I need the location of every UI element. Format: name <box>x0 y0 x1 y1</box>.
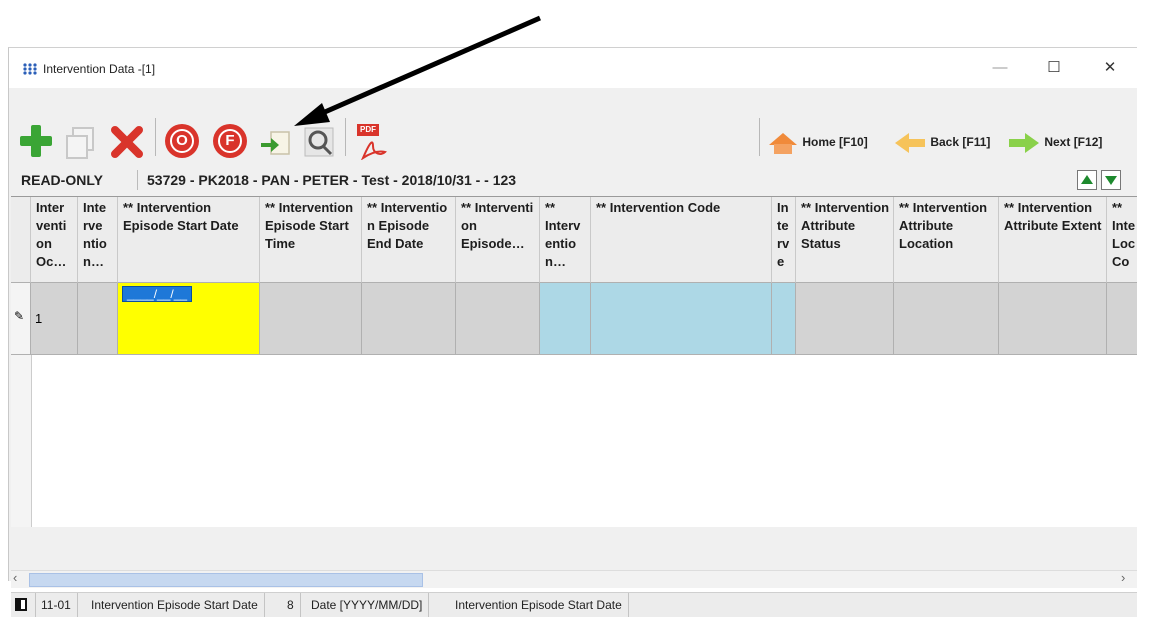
status-field-code: 11-01 <box>35 593 78 617</box>
o-button[interactable]: O <box>165 124 199 158</box>
app-grid-icon <box>23 63 37 75</box>
start-date-input[interactable]: ____/__/__ <box>122 286 193 302</box>
record-info-bar: READ-ONLY 53729 - PK2018 - PAN - PETER -… <box>9 168 1137 194</box>
add-icon[interactable] <box>17 122 55 160</box>
column-header[interactable]: In te rv e <box>772 197 796 283</box>
scroll-right-arrow-icon[interactable]: › <box>1121 570 1125 585</box>
intervention-data-window: Intervention Data -[1] — ☐ ✕ O F PDF Hom… <box>8 47 1137 617</box>
home-icon <box>769 132 797 154</box>
delete-icon[interactable] <box>109 124 145 160</box>
f-button-label: F <box>218 129 242 153</box>
column-header[interactable]: ** Interventio n Episode End Date <box>362 197 456 283</box>
column-header[interactable]: ** Inte Loc Co <box>1107 197 1137 283</box>
next-label: Next [F12] <box>1044 135 1103 149</box>
intervention-code-cell[interactable] <box>591 283 772 355</box>
home-button[interactable]: Home [F10] <box>767 128 868 156</box>
grid-cell[interactable] <box>78 283 118 355</box>
copy-icon[interactable] <box>63 124 99 160</box>
grid-cell[interactable] <box>1107 283 1137 355</box>
occurrence-cell[interactable]: 1 <box>31 283 78 355</box>
maximize-button[interactable]: ☐ <box>1031 56 1077 80</box>
minimize-button[interactable]: — <box>977 56 1023 80</box>
status-format: Date [YYYY/MM/DD] <box>305 593 430 617</box>
scroll-up-button[interactable] <box>1077 170 1097 190</box>
f-button[interactable]: F <box>213 124 247 158</box>
window-title: Intervention Data -[1] <box>43 62 156 76</box>
status-description: Intervention Episode Start Date <box>449 593 629 617</box>
back-label: Back [F11] <box>930 135 991 149</box>
column-header[interactable]: ** Intervention Code <box>591 197 772 283</box>
export-icon[interactable] <box>259 128 293 158</box>
pdf-label: PDF <box>357 124 379 136</box>
grid-cell[interactable] <box>772 283 796 355</box>
data-grid: Inter venti on Oc… Inte rve ntio n… ** I… <box>11 196 1137 527</box>
scroll-down-button[interactable] <box>1101 170 1121 190</box>
grid-cell[interactable] <box>999 283 1107 355</box>
grid-cell[interactable] <box>894 283 999 355</box>
horizontal-scrollbar[interactable]: ‹ › <box>11 570 1137 588</box>
title-bar: Intervention Data -[1] — ☐ ✕ <box>9 48 1137 88</box>
pdf-icon <box>361 141 387 160</box>
status-length: 8 <box>281 593 301 617</box>
column-header[interactable]: ** Interv entio n… <box>540 197 591 283</box>
read-only-label: READ-ONLY <box>21 172 103 188</box>
column-header[interactable]: ** Intervention Attribute Location <box>894 197 999 283</box>
scroll-left-arrow-icon[interactable]: ‹ <box>13 570 17 585</box>
query-icon[interactable] <box>303 126 341 160</box>
status-field-name: Intervention Episode Start Date <box>85 593 265 617</box>
occurrence-value: 1 <box>35 311 43 326</box>
back-arrow-icon <box>895 132 925 153</box>
close-button[interactable]: ✕ <box>1087 56 1133 80</box>
toolbar-separator <box>345 118 346 156</box>
column-header[interactable]: Inter venti on Oc… <box>31 197 78 283</box>
status-bar: 11-01 Intervention Episode Start Date 8 … <box>11 592 1137 617</box>
up-triangle-icon <box>1081 175 1093 184</box>
scrollbar-thumb[interactable] <box>29 573 423 587</box>
pencil-icon: ✎ <box>14 309 25 323</box>
toolbar-separator <box>759 118 760 156</box>
o-button-label: O <box>170 129 194 153</box>
status-square-icon <box>11 593 36 617</box>
row-header-corner <box>11 197 31 283</box>
grid-cell[interactable] <box>456 283 540 355</box>
column-header[interactable]: ** Intervention Attribute Status <box>796 197 894 283</box>
pdf-button[interactable]: PDF <box>355 124 389 160</box>
column-header[interactable]: ** Interventi on Episode… <box>456 197 540 283</box>
grid-cell[interactable] <box>362 283 456 355</box>
column-header[interactable]: ** Intervention Episode Start Time <box>260 197 362 283</box>
record-label: 53729 - PK2018 - PAN - PETER - Test - 20… <box>147 172 517 188</box>
down-triangle-icon <box>1105 176 1117 185</box>
grid-cell[interactable] <box>540 283 591 355</box>
home-label: Home [F10] <box>802 135 868 149</box>
column-header[interactable]: Inte rve ntio n… <box>78 197 118 283</box>
info-separator <box>137 170 138 190</box>
row-header-column <box>11 355 32 527</box>
back-button[interactable]: Back [F11] <box>893 128 990 156</box>
grid-cell[interactable] <box>796 283 894 355</box>
toolbar-separator <box>155 118 156 156</box>
grid-cell[interactable] <box>260 283 362 355</box>
next-button[interactable]: Next [F12] <box>1007 128 1102 156</box>
start-date-cell[interactable]: ____/__/__ <box>118 283 260 355</box>
next-arrow-icon <box>1009 132 1039 153</box>
row-edit-marker: ✎ <box>11 283 31 355</box>
column-header[interactable]: ** Intervention Episode Start Date <box>118 197 260 283</box>
column-header[interactable]: ** Intervention Attribute Extent <box>999 197 1107 283</box>
